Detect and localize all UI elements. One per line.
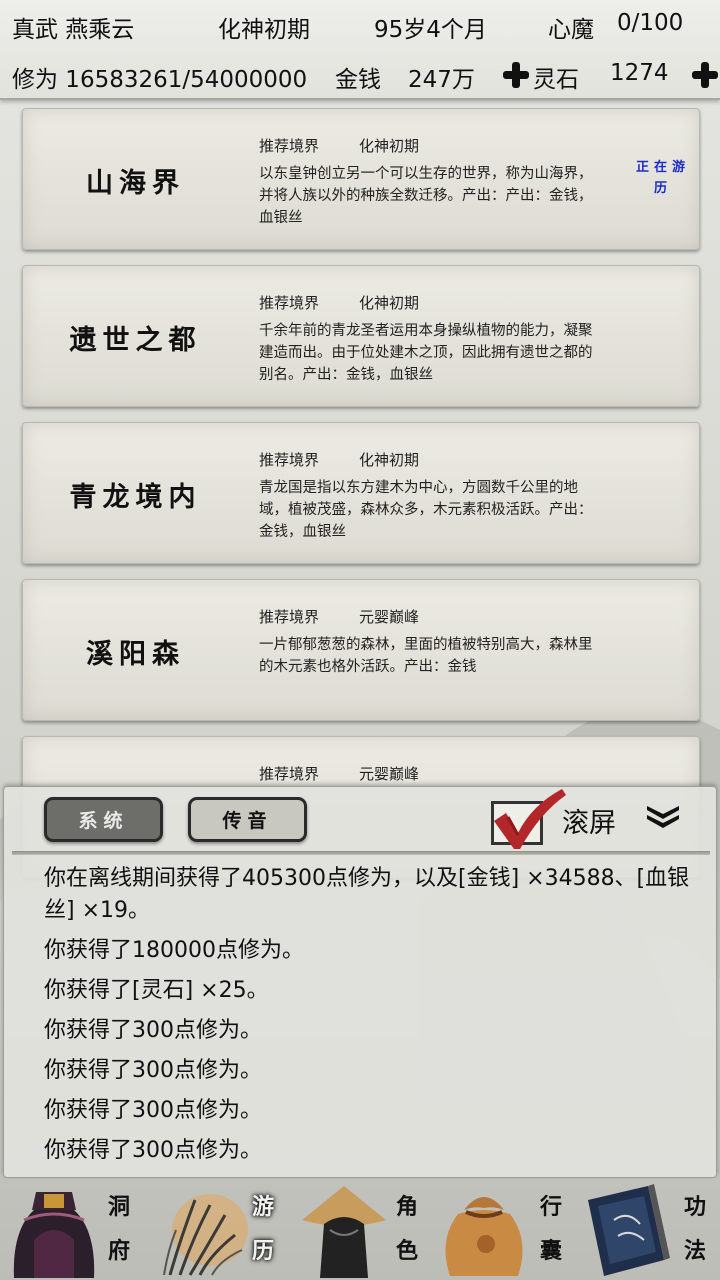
travel-status-badge: 正在游历	[635, 160, 690, 196]
nav-label-bottom: 法	[683, 1238, 706, 1264]
check-icon	[494, 789, 566, 849]
cave-dwelling-icon	[13, 1192, 95, 1278]
heart-demon-label: 心魔	[548, 17, 594, 43]
location-name: 溪阳森	[86, 638, 185, 670]
nav-label-top: 角	[395, 1194, 418, 1220]
nav-label-top: 洞	[107, 1194, 130, 1220]
location-card-xiyangsen[interactable]: 溪阳森 推荐境界 元婴巅峰 一片郁郁葱葱的森林，里面的植被特别高大，森林里的木元…	[22, 579, 700, 721]
chat-message: 你在离线期间获得了405300点修为，以及[金钱] ×34588、[血银丝] ×…	[44, 866, 690, 923]
nav-label-top: 功	[683, 1194, 706, 1220]
chat-message: 你获得了300点修为。	[44, 1138, 262, 1163]
status-row-2: 修为 16583261/54000000 金钱 247万 灵石 1274	[0, 50, 720, 100]
bottom-nav: 洞 府 游 历 角 色 行 囊 功 法	[0, 1178, 720, 1280]
nav-label-bottom: 色	[395, 1238, 418, 1264]
nav-label-bottom: 府	[107, 1238, 130, 1264]
nav-label-bottom: 囊	[539, 1238, 562, 1264]
character-name[interactable]: 真武 燕乘云	[12, 10, 134, 44]
status-row-1: 真武 燕乘云 化神初期 95岁4个月 心魔 0/100	[0, 0, 720, 50]
nav-skills[interactable]: 功 法	[576, 1178, 720, 1280]
recommended-realm-value: 化神初期	[359, 294, 420, 312]
chat-panel: 系统 传音 滚屏 你在离线期间获得了405300点修为，以及[金钱] ×3458…	[3, 786, 717, 1178]
status-header: 真武 燕乘云 化神初期 95岁4个月 心魔 0/100 修为 16583261/…	[0, 0, 720, 100]
money-value: 247万	[408, 67, 475, 93]
location-description: 千余年前的青龙圣者运用本身操纵植物的能力，凝聚建造而出。由于位处建木之顶，因此拥…	[259, 323, 593, 383]
location-description: 一片郁郁葱葱的森林，里面的植被特别高大，森林里的木元素也格外活跃。产出：金钱	[259, 637, 593, 675]
chevron-double-down-icon[interactable]	[644, 803, 682, 829]
nav-character[interactable]: 角 色	[288, 1178, 432, 1280]
location-name: 青龙境内	[69, 481, 202, 513]
nav-cave-dwelling[interactable]: 洞 府	[0, 1178, 144, 1280]
chat-message: 你获得了180000点修为。	[44, 938, 304, 963]
tab-voice-message[interactable]: 传音	[188, 797, 307, 842]
chat-divider	[12, 851, 710, 855]
travel-icon	[163, 1194, 248, 1276]
scroll-label: 滚屏	[562, 808, 616, 839]
nav-label-bottom: 历	[251, 1238, 274, 1264]
heart-demon-value: 0/100	[617, 10, 684, 36]
location-name: 山海界	[86, 167, 185, 199]
recommended-realm-label: 推荐境界	[259, 137, 320, 155]
chat-log: 你在离线期间获得了405300点修为，以及[金钱] ×34588、[血银丝] ×…	[44, 863, 694, 1175]
recommended-realm-label: 推荐境界	[259, 608, 320, 626]
skill-book-icon	[588, 1184, 670, 1276]
location-card-qinglongjingnei[interactable]: 青龙境内 推荐境界 化神初期 青龙国是指以东方建木为中心，方圆数千公里的地域，植…	[22, 422, 700, 564]
chat-message: 你获得了300点修为。	[44, 1098, 262, 1123]
realm-text: 化神初期	[218, 17, 310, 43]
add-money-icon[interactable]	[503, 62, 529, 88]
recommended-realm-value: 元婴巅峰	[359, 608, 420, 626]
add-spirit-stone-icon[interactable]	[692, 62, 718, 88]
recommended-realm-value: 化神初期	[359, 451, 420, 469]
character-icon	[302, 1186, 386, 1278]
location-name: 遗世之都	[69, 324, 202, 356]
bag-icon	[445, 1197, 523, 1276]
chat-message: 你获得了[灵石] ×25。	[44, 978, 269, 1003]
recommended-realm-label: 推荐境界	[259, 451, 320, 469]
nav-label-top: 游	[251, 1194, 274, 1220]
location-card-shanhaijie[interactable]: 山海界 推荐境界 化神初期 以东皇钟创立另一个可以生存的世界，称为山海界，并将人…	[22, 108, 700, 250]
age-text: 95岁4个月	[374, 17, 487, 43]
recommended-realm-value: 化神初期	[359, 137, 420, 155]
nav-bag[interactable]: 行 囊	[432, 1178, 576, 1280]
nav-label-top: 行	[539, 1194, 562, 1220]
location-description: 青龙国是指以东方建木为中心，方圆数千公里的地域，植被茂盛，森林众多，木元素积极活…	[259, 480, 593, 540]
nav-travel[interactable]: 游 历	[144, 1178, 288, 1280]
location-description: 以东皇钟创立另一个可以生存的世界，称为山海界，并将人族以外的种族全数迁移。产出：…	[259, 166, 593, 226]
spirit-stone-label: 灵石	[533, 67, 579, 93]
recommended-realm-label: 推荐境界	[259, 294, 320, 312]
spirit-stone-value: 1274	[610, 60, 669, 86]
cultivation-text: 修为 16583261/54000000	[12, 67, 308, 93]
chat-message: 你获得了300点修为。	[44, 1018, 262, 1043]
recommended-realm-value: 元婴巅峰	[359, 765, 420, 783]
tab-system[interactable]: 系统	[44, 797, 163, 842]
location-card-yishizhidu[interactable]: 遗世之都 推荐境界 化神初期 千余年前的青龙圣者运用本身操纵植物的能力，凝聚建造…	[22, 265, 700, 407]
recommended-realm-label: 推荐境界	[259, 765, 320, 783]
money-label: 金钱	[335, 67, 381, 93]
chat-message: 你获得了300点修为。	[44, 1058, 262, 1083]
